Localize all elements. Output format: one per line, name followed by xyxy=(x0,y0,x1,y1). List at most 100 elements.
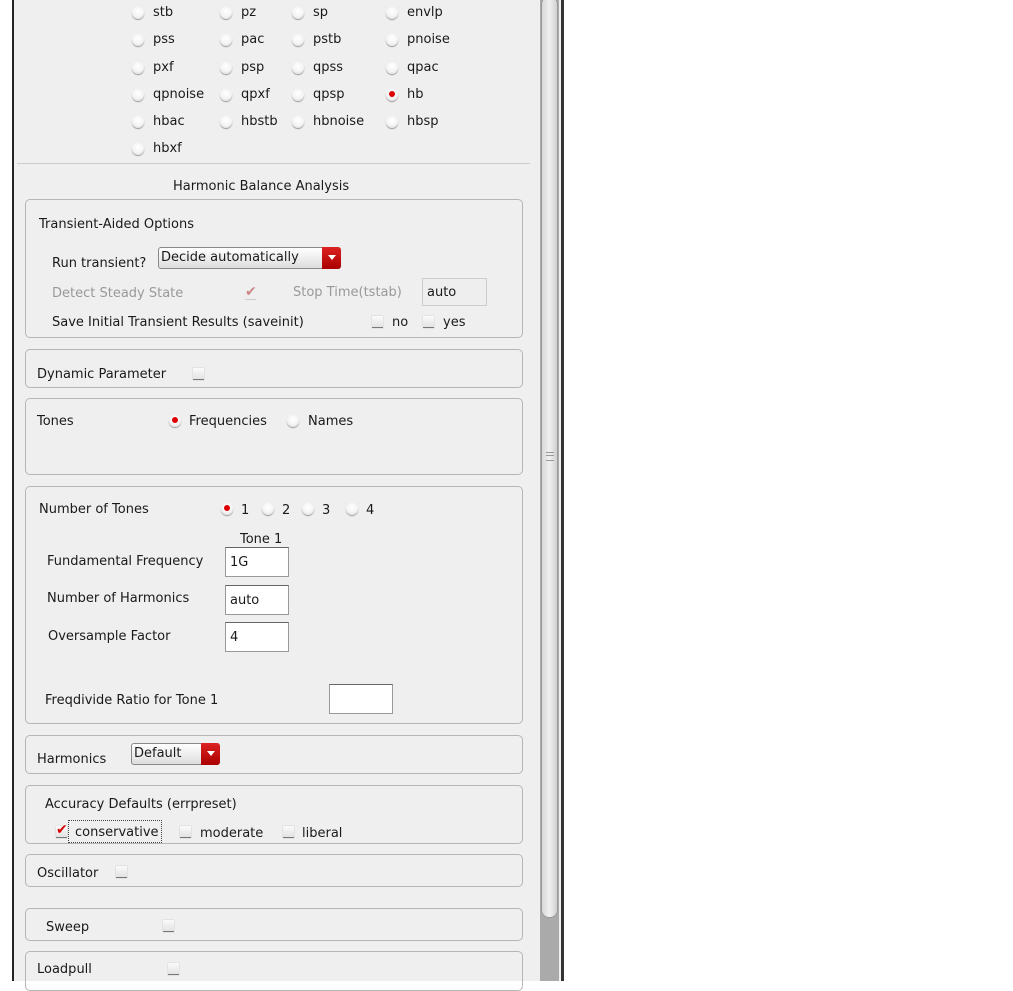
analysis-qpsp-label: qpsp xyxy=(313,87,345,102)
stop-time-input[interactable]: auto xyxy=(422,278,487,306)
number-of-harmonics-input[interactable]: auto xyxy=(225,585,289,615)
loadpull-label: Loadpull xyxy=(37,962,92,977)
grip-icon xyxy=(546,452,554,461)
analysis-hbnoise-radio[interactable] xyxy=(292,116,304,128)
conservative-checkbox[interactable]: ✔ xyxy=(56,822,68,838)
section-title: Harmonic Balance Analysis xyxy=(173,179,350,194)
moderate-label: moderate xyxy=(200,826,264,841)
tones-1-radio[interactable] xyxy=(221,503,233,515)
analysis-qpnoise-label: qpnoise xyxy=(153,87,205,102)
tones-names-label: Names xyxy=(308,414,354,429)
analysis-qpac-radio[interactable] xyxy=(386,62,398,74)
accuracy-defaults-title: Accuracy Defaults (errpreset) xyxy=(45,797,237,812)
saveinit-no-label: no xyxy=(392,315,409,330)
oversample-factor-label: Oversample Factor xyxy=(48,629,171,644)
tones-frequencies-label: Frequencies xyxy=(189,414,267,429)
fundamental-frequency-input[interactable]: 1G xyxy=(225,547,289,577)
number-of-tones-label: Number of Tones xyxy=(39,502,149,517)
analysis-hbxf-label: hbxf xyxy=(153,141,182,156)
tones-1-label: 1 xyxy=(241,503,250,518)
run-transient-dropdown[interactable]: Decide automatically xyxy=(158,247,341,269)
tones-label: Tones xyxy=(37,414,74,429)
run-transient-label: Run transient? xyxy=(52,256,147,271)
tones-names-radio[interactable] xyxy=(287,415,299,427)
sweep-checkbox[interactable] xyxy=(163,920,174,932)
checkmark-icon: ✔ xyxy=(56,822,68,838)
moderate-checkbox[interactable] xyxy=(180,826,191,838)
run-transient-value: Decide automatically xyxy=(161,250,299,265)
analysis-envlp-label: envlp xyxy=(407,5,443,20)
detect-steady-state-checkbox[interactable]: ✔ xyxy=(245,284,257,300)
analysis-pac-label: pac xyxy=(241,32,265,47)
vertical-scrollbar[interactable] xyxy=(540,0,559,981)
harmonics-dropdown[interactable]: Default xyxy=(131,743,220,765)
fundamental-frequency-label: Fundamental Frequency xyxy=(47,554,204,569)
analysis-pstb-label: pstb xyxy=(313,32,342,47)
tones-frequencies-radio[interactable] xyxy=(169,415,181,427)
analysis-stb-label: stb xyxy=(153,5,174,20)
analysis-psp-radio[interactable] xyxy=(220,62,232,74)
analysis-hbsp-radio[interactable] xyxy=(386,116,398,128)
analysis-hbstb-radio[interactable] xyxy=(220,116,232,128)
dynamic-parameter-checkbox[interactable] xyxy=(193,368,204,380)
tones-3-radio[interactable] xyxy=(302,503,314,515)
analysis-pss-radio[interactable] xyxy=(132,34,144,46)
sweep-label: Sweep xyxy=(46,920,90,935)
analysis-hb-label: hb xyxy=(407,87,424,102)
analysis-pss-label: pss xyxy=(153,32,175,47)
tones-3-label: 3 xyxy=(322,503,331,518)
analysis-hbstb-label: hbstb xyxy=(241,114,278,129)
analysis-qpsp-radio[interactable] xyxy=(292,89,304,101)
liberal-checkbox[interactable] xyxy=(283,826,294,838)
analysis-pnoise-label: pnoise xyxy=(407,32,450,47)
analysis-qpss-radio[interactable] xyxy=(292,62,304,74)
loadpull-checkbox[interactable] xyxy=(168,963,179,975)
saveinit-yes-checkbox[interactable] xyxy=(423,316,434,328)
number-of-harmonics-label: Number of Harmonics xyxy=(47,591,190,606)
analysis-qpss-label: qpss xyxy=(313,60,344,75)
liberal-label: liberal xyxy=(302,826,343,841)
analysis-pz-label: pz xyxy=(241,5,257,20)
saveinit-label: Save Initial Transient Results (saveinit… xyxy=(52,315,304,330)
chevron-down-icon xyxy=(201,743,220,765)
analysis-hbnoise-label: hbnoise xyxy=(313,114,365,129)
analysis-sp-radio[interactable] xyxy=(292,7,304,19)
analysis-pstb-radio[interactable] xyxy=(292,34,304,46)
detect-steady-state-label: Detect Steady State xyxy=(52,286,184,301)
analysis-hb-radio[interactable] xyxy=(386,89,398,101)
freqdivide-ratio-input[interactable] xyxy=(329,684,393,714)
harmonics-value: Default xyxy=(134,746,182,761)
tones-group xyxy=(25,398,523,475)
analysis-qpxf-radio[interactable] xyxy=(220,89,232,101)
separator xyxy=(17,163,530,164)
freqdivide-ratio-label: Freqdivide Ratio for Tone 1 xyxy=(45,693,219,708)
oversample-factor-input[interactable]: 4 xyxy=(225,622,289,652)
analysis-pxf-radio[interactable] xyxy=(132,62,144,74)
tones-4-radio[interactable] xyxy=(346,503,358,515)
stop-time-label: Stop Time(tstab) xyxy=(293,285,402,300)
analysis-hbac-radio[interactable] xyxy=(132,116,144,128)
tone-1-column-header: Tone 1 xyxy=(240,532,283,547)
loadpull-group xyxy=(25,951,523,991)
analysis-qpac-label: qpac xyxy=(407,60,439,75)
conservative-label: conservative xyxy=(68,820,162,843)
analysis-stb-radio[interactable] xyxy=(132,7,144,19)
analysis-hbxf-radio[interactable] xyxy=(132,143,144,155)
oscillator-group xyxy=(25,854,523,887)
harmonics-label: Harmonics xyxy=(37,752,107,767)
tones-4-label: 4 xyxy=(366,503,375,518)
analysis-qpnoise-radio[interactable] xyxy=(132,89,144,101)
analysis-pac-radio[interactable] xyxy=(220,34,232,46)
analysis-envlp-radio[interactable] xyxy=(386,7,398,19)
analysis-pnoise-radio[interactable] xyxy=(386,34,398,46)
checkmark-icon: ✔ xyxy=(245,284,257,300)
analysis-pz-radio[interactable] xyxy=(220,7,232,19)
saveinit-no-checkbox[interactable] xyxy=(372,316,383,328)
chevron-down-icon xyxy=(322,247,341,269)
oscillator-checkbox[interactable] xyxy=(116,866,127,878)
dynamic-parameter-label: Dynamic Parameter xyxy=(37,367,167,382)
tones-2-radio[interactable] xyxy=(262,503,274,515)
analysis-hbac-label: hbac xyxy=(153,114,185,129)
scrollbar-thumb[interactable] xyxy=(541,0,558,918)
analysis-psp-label: psp xyxy=(241,60,265,75)
